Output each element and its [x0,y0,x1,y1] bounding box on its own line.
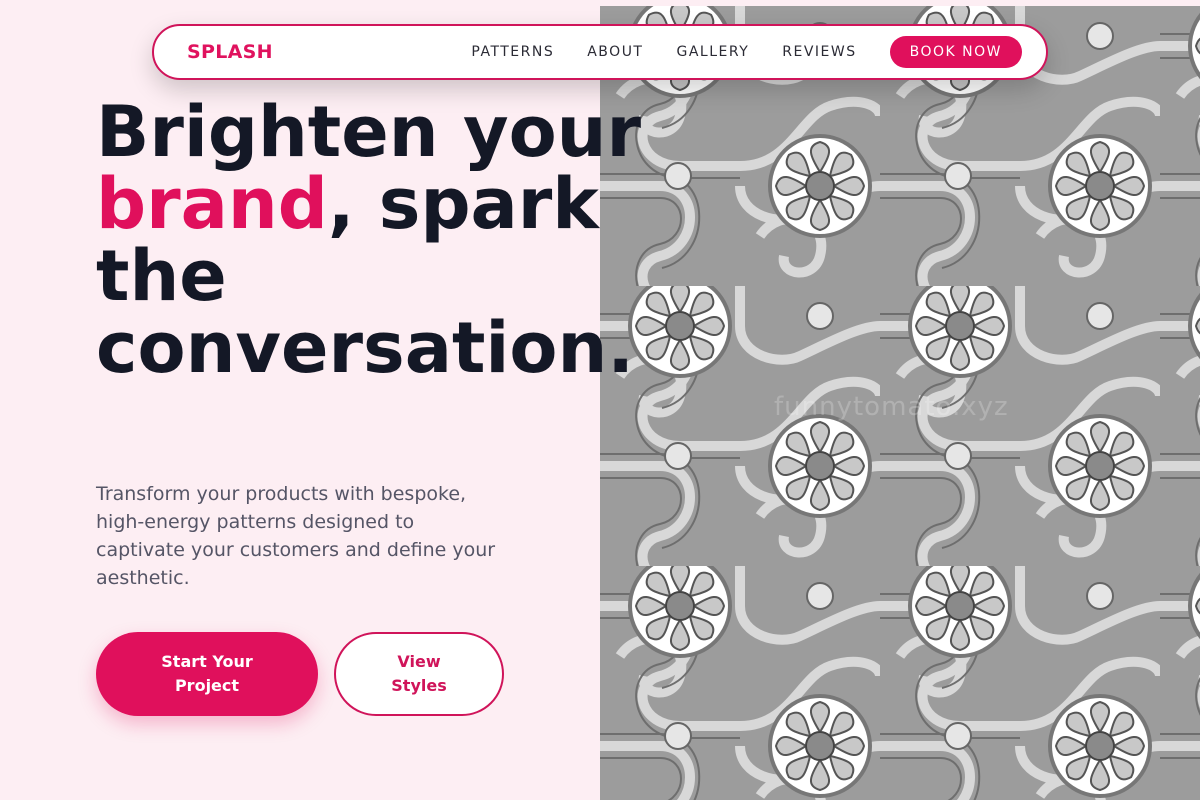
view-styles-button[interactable]: View Styles [334,632,504,716]
start-project-button[interactable]: Start Your Project [96,632,318,716]
top-navbar: SPLASH PATTERNS ABOUT GALLERY REVIEWS BO… [152,24,1048,80]
nav-link-patterns[interactable]: PATTERNS [471,44,554,60]
hero-title-accent: brand [96,163,328,245]
hero-title: Brighten your brand, spark the conversati… [96,96,716,384]
nav-links: PATTERNS ABOUT GALLERY REVIEWS BOOK NOW [471,36,1022,68]
hero-title-line1: Brighten your [96,91,642,173]
nav-link-reviews[interactable]: REVIEWS [782,44,856,60]
hero-subtitle: Transform your products with bespoke, hi… [96,483,496,589]
book-now-button[interactable]: BOOK NOW [889,36,1022,68]
nav-link-gallery[interactable]: GALLERY [677,44,750,60]
nav-link-about[interactable]: ABOUT [587,44,643,60]
brand-logo[interactable]: SPLASH [187,41,273,63]
